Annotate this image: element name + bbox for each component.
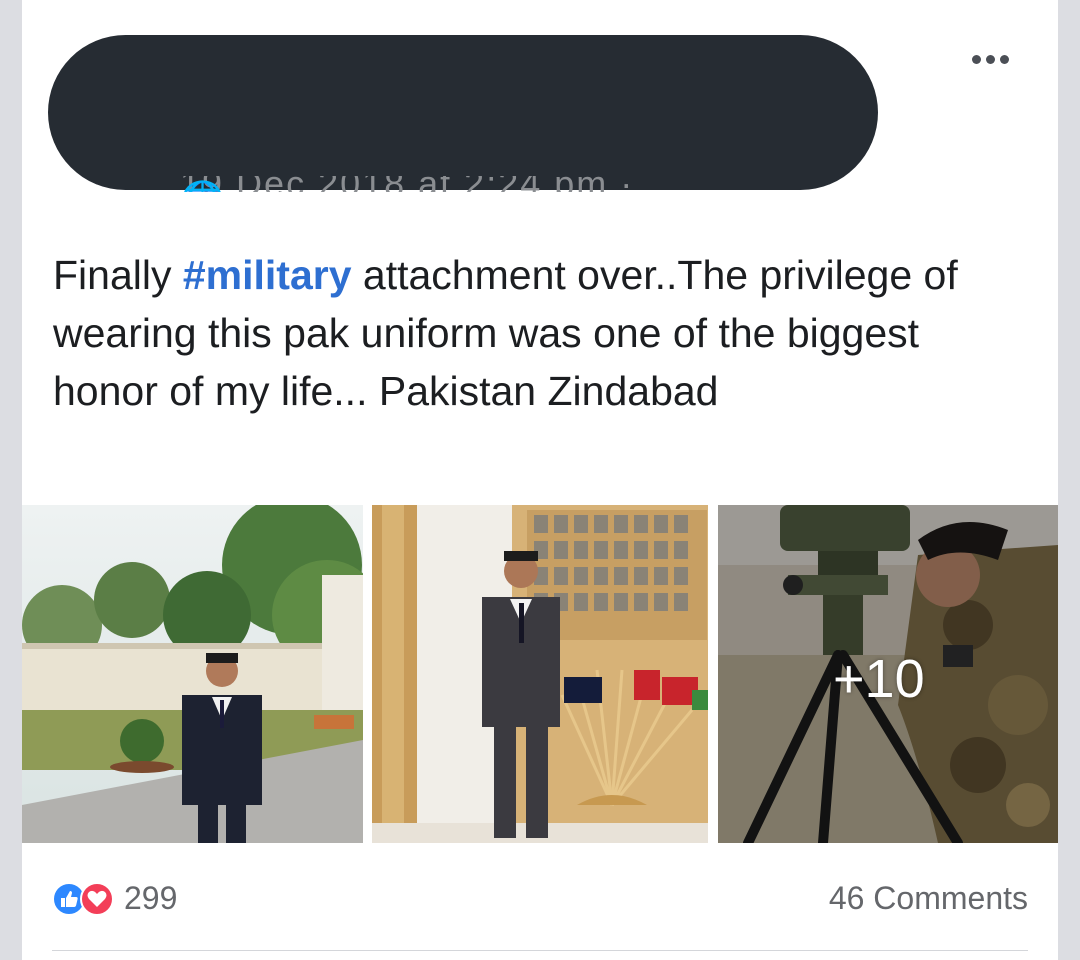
divider <box>52 950 1028 951</box>
dot-icon <box>999 54 1009 64</box>
more-options-button[interactable] <box>964 44 1016 74</box>
redacted-author-block <box>48 35 878 190</box>
post-text: Finally #military attachment over..The p… <box>53 246 1013 420</box>
garden-photo-icon <box>22 505 363 843</box>
more-photos-count[interactable]: +10 <box>833 648 925 710</box>
post-timestamp[interactable]: 19 Dec 2018 at 2:24 pm · 🌐 <box>180 176 640 192</box>
photo-2[interactable] <box>372 505 708 843</box>
reactions-summary[interactable]: 299 <box>52 880 177 917</box>
post-text-start: Finally <box>53 252 183 298</box>
love-reaction-icon <box>80 881 114 916</box>
photo-1[interactable] <box>22 505 363 843</box>
comments-count-link[interactable]: 46 Comments <box>829 880 1028 917</box>
portrait-indoor-photo-icon <box>372 505 708 843</box>
reaction-count: 299 <box>124 880 178 916</box>
hashtag-link[interactable]: #military <box>183 252 352 298</box>
dot-icon <box>971 54 981 64</box>
dot-icon <box>985 54 995 64</box>
